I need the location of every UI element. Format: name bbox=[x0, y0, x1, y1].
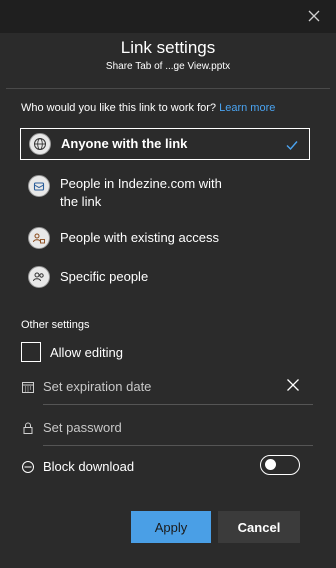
password-field[interactable]: Set password bbox=[21, 420, 122, 435]
apply-button[interactable]: Apply bbox=[131, 511, 211, 543]
expiration-date-field[interactable]: Set expiration date bbox=[21, 379, 151, 394]
title-bar bbox=[0, 0, 336, 33]
audience-question: Who would you like this link to work for… bbox=[21, 102, 275, 114]
option-label: People in Indezine.com with the link bbox=[60, 175, 222, 211]
allow-editing-checkbox[interactable] bbox=[21, 342, 41, 362]
option-label-line2: the link bbox=[60, 194, 102, 209]
password-placeholder: Set password bbox=[43, 420, 122, 435]
header-divider bbox=[6, 88, 330, 89]
block-download-toggle[interactable] bbox=[260, 455, 300, 475]
organization-icon bbox=[28, 175, 50, 197]
option-people-in-organization[interactable]: People in Indezine.com with the link bbox=[20, 173, 310, 213]
block-icon bbox=[22, 460, 34, 473]
globe-icon bbox=[29, 133, 51, 155]
checkmark-icon bbox=[286, 141, 298, 151]
dialog-subtitle: Share Tab of ...ge View.pptx bbox=[105, 61, 231, 72]
block-download-row: Block download bbox=[21, 459, 134, 474]
people-lock-icon bbox=[28, 227, 50, 249]
learn-more-link[interactable]: Learn more bbox=[219, 102, 275, 114]
dialog-title: Link settings bbox=[120, 38, 216, 57]
expiration-underline bbox=[43, 404, 313, 405]
people-icon bbox=[28, 266, 50, 288]
toggle-knob bbox=[265, 459, 276, 470]
close-icon[interactable] bbox=[306, 8, 322, 24]
cancel-button[interactable]: Cancel bbox=[218, 511, 300, 543]
option-label: Specific people bbox=[60, 269, 149, 284]
block-download-label: Block download bbox=[43, 459, 135, 474]
other-settings-label: Other settings bbox=[21, 319, 90, 331]
option-anyone-with-link[interactable]: Anyone with the link bbox=[20, 128, 310, 160]
expiration-placeholder: Set expiration date bbox=[43, 379, 152, 394]
audience-question-text: Who would you like this link to work for… bbox=[21, 102, 217, 114]
option-label: Anyone with the link bbox=[61, 136, 188, 151]
allow-editing-label: Allow editing bbox=[50, 344, 123, 360]
allow-editing-row[interactable]: Allow editing bbox=[21, 342, 123, 362]
password-underline bbox=[43, 445, 313, 446]
clear-expiration-icon[interactable] bbox=[286, 378, 300, 392]
option-label-line1: People in Indezine.com with bbox=[60, 176, 222, 191]
link-settings-dialog: Link settings Share Tab of ...ge View.pp… bbox=[0, 33, 336, 568]
calendar-icon bbox=[22, 381, 34, 393]
option-specific-people[interactable]: Specific people bbox=[20, 265, 310, 289]
option-label: People with existing access bbox=[60, 230, 219, 245]
option-existing-access[interactable]: People with existing access bbox=[20, 226, 310, 250]
lock-icon bbox=[23, 422, 33, 434]
